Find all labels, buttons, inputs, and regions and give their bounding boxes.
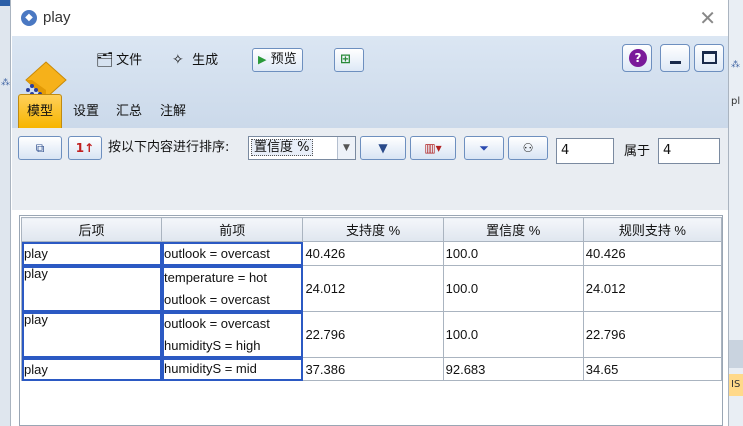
antecedent-cell[interactable]: outlook = overcast humidityS = high <box>161 311 304 358</box>
consequent-cell[interactable]: play <box>20 265 163 312</box>
play-icon: ▶ <box>258 53 267 66</box>
antecedent-item: outlook = overcast <box>164 315 270 331</box>
add-to-stream-button[interactable]: ⊞ <box>334 48 364 72</box>
support-cell[interactable]: 37.386 <box>302 357 444 381</box>
binoculars-icon: ⚇ <box>522 141 534 155</box>
filter-button[interactable]: ⏷ <box>464 136 504 160</box>
preview-button[interactable]: ▶ 预览 <box>252 48 303 72</box>
column-header-rule-support[interactable]: 规则支持 % <box>582 217 723 242</box>
antecedent-item: humidityS = mid <box>164 361 257 376</box>
copy-button[interactable]: ⧉ <box>18 136 62 160</box>
support-cell[interactable]: 40.426 <box>302 241 444 266</box>
tab-summary[interactable]: 汇总 <box>108 94 150 128</box>
tab-model[interactable]: 模型 <box>18 94 62 128</box>
antecedent-item: temperature = hot <box>164 269 268 285</box>
rule-support-cell[interactable]: 24.012 <box>582 265 723 312</box>
add-to-stream-icon: ⊞ <box>340 52 351 67</box>
sort-toolbar: ⧉ 1↑ 按以下内容进行排序: 置信度 % ▼ ▼ ▥▾ ⏷ ⚇ 4 属于 4 <box>12 128 728 210</box>
background-label-is: IS <box>729 374 743 396</box>
support-cell[interactable]: 22.796 <box>302 311 444 358</box>
confidence-cell[interactable]: 100.0 <box>442 311 584 358</box>
rule-support-cell[interactable]: 40.426 <box>582 241 723 266</box>
rule-support-cell[interactable]: 22.796 <box>582 311 723 358</box>
sort-by-label: 按以下内容进行排序: <box>108 140 230 155</box>
antecedent-cell[interactable]: outlook = overcast <box>161 241 304 266</box>
support-cell[interactable]: 24.012 <box>302 265 444 312</box>
chevron-down-icon: ▼ <box>378 141 388 155</box>
file-folder-icon: 🗂 <box>96 52 114 68</box>
table-row[interactable]: play outlook = overcast 40.426 100.0 40.… <box>20 241 723 266</box>
background-node-icon-right: ⁂ <box>731 60 740 70</box>
rule-total-field[interactable]: 4 <box>658 138 720 164</box>
confidence-cell[interactable]: 92.683 <box>442 357 584 381</box>
rule-count-field[interactable]: 4 <box>556 138 614 164</box>
tab-settings[interactable]: 设置 <box>66 94 106 128</box>
minimize-button[interactable] <box>660 44 690 72</box>
column-header-confidence[interactable]: 置信度 % <box>442 217 584 242</box>
column-header-support[interactable]: 支持度 % <box>302 217 444 242</box>
sort-direction-button[interactable]: ▼ <box>360 136 406 160</box>
background-node-icon: ⁂ <box>1 78 10 88</box>
table-header-row: 后项 前项 支持度 % 置信度 % 规则支持 % <box>20 217 723 242</box>
antecedent-cell[interactable]: temperature = hot outlook = overcast <box>161 265 304 312</box>
file-menu[interactable]: 🗂 文件 <box>96 49 142 71</box>
confidence-cell[interactable]: 100.0 <box>442 241 584 266</box>
minimize-icon <box>670 61 681 64</box>
sort-order-button[interactable]: 1↑ <box>68 136 102 160</box>
preview-label: 预览 <box>270 52 297 67</box>
sort-ascending-icon: 1↑ <box>75 141 95 155</box>
generate-menu[interactable]: ✧ 生成 <box>172 49 218 71</box>
filter-funnel-icon: ⏷ <box>479 141 489 155</box>
file-menu-label: 文件 <box>116 53 143 68</box>
tab-annotation[interactable]: 注解 <box>152 94 194 128</box>
close-button[interactable]: ✕ <box>699 6 716 30</box>
generate-sparkle-icon: ✧ <box>172 52 184 68</box>
rules-table-container: 后项 前项 支持度 % 置信度 % 规则支持 % play outlook = … <box>19 215 723 426</box>
background-window-right: ⁂ pl IS <box>729 0 743 426</box>
column-header-consequent[interactable]: 后项 <box>20 217 163 242</box>
tool-panel: 🗂 文件 ✧ 生成 ▶ 预览 ⊞ ? 模型 设置 汇总 注解 <box>12 36 728 128</box>
table-row[interactable]: play outlook = overcast humidityS = high… <box>20 311 723 358</box>
rule-support-cell[interactable]: 34.65 <box>582 357 723 381</box>
columns-icon: ▥▾ <box>424 141 442 155</box>
help-icon: ? <box>629 49 647 67</box>
antecedent-item: humidityS = high <box>164 337 261 353</box>
background-label-pl: pl <box>731 96 741 107</box>
table-row[interactable]: play temperature = hot outlook = overcas… <box>20 265 723 312</box>
consequent-cell[interactable]: play <box>20 241 163 266</box>
antecedent-cell[interactable]: humidityS = mid <box>161 357 304 381</box>
model-window: ◆ play ✕ 🗂 文件 ✧ 生成 ▶ 预览 ⊞ ? 模型 设置 汇总 注解 … <box>10 0 729 426</box>
column-header-antecedent[interactable]: 前项 <box>161 217 304 242</box>
consequent-cell[interactable]: play <box>20 311 163 358</box>
of-label: 属于 <box>624 144 651 159</box>
sort-by-select[interactable]: 置信度 % ▼ <box>248 136 356 160</box>
antecedent-item: outlook = overcast <box>164 291 270 307</box>
confidence-cell[interactable]: 100.0 <box>442 265 584 312</box>
background-block <box>729 340 743 368</box>
consequent-cell[interactable]: play <box>20 357 163 381</box>
title-bar: ◆ play ✕ <box>11 0 728 36</box>
app-diamond-icon: ◆ <box>21 10 37 26</box>
maximize-button[interactable] <box>694 44 724 72</box>
copy-icon: ⧉ <box>35 141 45 155</box>
columns-button[interactable]: ▥▾ <box>410 136 456 160</box>
antecedent-item: outlook = overcast <box>164 245 270 261</box>
generate-menu-label: 生成 <box>192 53 219 68</box>
rules-table: 后项 前项 支持度 % 置信度 % 规则支持 % play outlook = … <box>20 217 723 381</box>
chevron-down-icon: ▼ <box>337 137 355 159</box>
window-title: play <box>43 9 71 26</box>
maximize-icon <box>702 51 717 64</box>
sort-by-value: 置信度 % <box>251 139 313 156</box>
table-row[interactable]: play humidityS = mid 37.386 92.683 34.65 <box>20 357 723 381</box>
find-button[interactable]: ⚇ <box>508 136 548 160</box>
help-button[interactable]: ? <box>622 44 652 72</box>
